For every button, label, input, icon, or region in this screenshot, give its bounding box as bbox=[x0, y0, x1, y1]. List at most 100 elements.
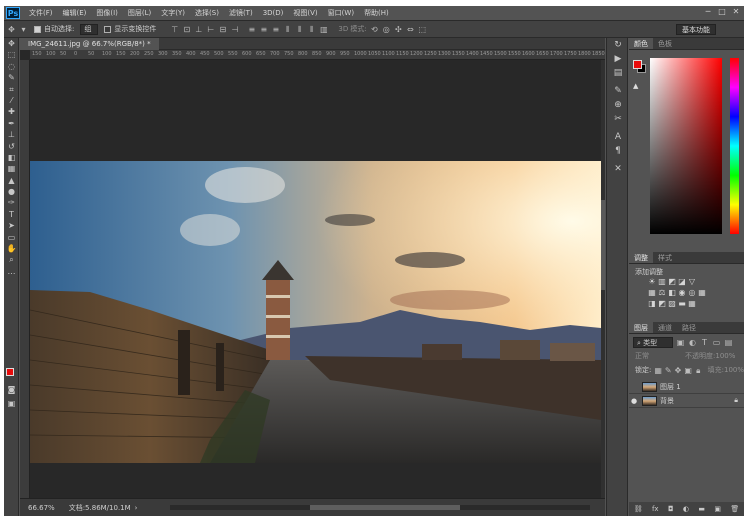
actions-play-icon[interactable]: ▶ bbox=[607, 52, 629, 66]
foreground-color-swatch[interactable] bbox=[6, 368, 14, 376]
zoom-level[interactable]: 66.67% bbox=[28, 504, 55, 512]
color-balance-icon[interactable]: ⚖ bbox=[657, 287, 667, 298]
document-canvas[interactable] bbox=[30, 60, 601, 498]
threshold-icon[interactable]: ▨ bbox=[667, 298, 677, 309]
eyedropper-tool-icon[interactable]: ⁄ bbox=[4, 95, 19, 106]
lasso-tool-icon[interactable]: ◌ bbox=[4, 61, 19, 72]
layer-name[interactable]: 图层 1 bbox=[660, 382, 681, 392]
black-white-icon[interactable]: ◧ bbox=[667, 287, 677, 298]
path-select-tool-icon[interactable]: ➤ bbox=[4, 220, 19, 231]
color-lookup-icon[interactable]: ▦ bbox=[697, 287, 707, 298]
dodge-tool-icon[interactable]: ● bbox=[4, 186, 19, 197]
scrollbar-thumb[interactable] bbox=[310, 505, 460, 510]
orbit-3d-icon[interactable]: ⟲ bbox=[370, 25, 379, 34]
move-tool-icon[interactable]: ✥ bbox=[4, 38, 19, 49]
crop-tool-icon[interactable]: ⌗ bbox=[4, 84, 19, 95]
tab-adjustments[interactable]: 调整 bbox=[629, 252, 653, 263]
color-field[interactable] bbox=[650, 58, 722, 234]
filter-adjustment-icon[interactable]: ◐ bbox=[688, 338, 697, 347]
exposure-icon[interactable]: ◪ bbox=[677, 276, 687, 287]
align-hcenter-icon[interactable]: ⊟ bbox=[218, 25, 227, 34]
scrollbar-thumb[interactable] bbox=[601, 200, 605, 290]
brush-tool-icon[interactable]: ✒ bbox=[4, 118, 19, 129]
photo-filter-icon[interactable]: ◉ bbox=[677, 287, 687, 298]
opacity-value[interactable]: 100% bbox=[715, 352, 735, 360]
brush-settings-icon[interactable]: ✎ bbox=[607, 84, 629, 98]
auto-select-dropdown[interactable]: 组 bbox=[80, 23, 99, 35]
new-layer-icon[interactable]: ▣ bbox=[714, 505, 721, 513]
rectangle-tool-icon[interactable]: ▭ bbox=[4, 232, 19, 243]
auto-align-icon[interactable]: ▥ bbox=[319, 25, 328, 34]
vibrance-icon[interactable]: ▽ bbox=[687, 276, 697, 287]
horizontal-scrollbar[interactable] bbox=[170, 505, 590, 510]
lock-artboard-icon[interactable]: ▣ bbox=[684, 366, 692, 375]
auto-select-checkbox[interactable]: 自动选择: bbox=[34, 24, 74, 34]
distribute-hcenter-icon[interactable]: ⫴ bbox=[295, 25, 304, 34]
screen-mode-icon[interactable]: ▣ bbox=[4, 398, 19, 409]
scale-3d-icon[interactable]: ⬚ bbox=[418, 25, 427, 34]
pen-tool-icon[interactable]: ✑ bbox=[4, 197, 19, 208]
selective-color-icon[interactable]: ▦ bbox=[687, 298, 697, 309]
gradient-map-icon[interactable]: ▬ bbox=[677, 298, 687, 309]
eraser-tool-icon[interactable]: ◧ bbox=[4, 152, 19, 163]
blur-tool-icon[interactable]: ▲ bbox=[4, 175, 19, 186]
pan-3d-icon[interactable]: ✣ bbox=[394, 25, 403, 34]
tab-color[interactable]: 颜色 bbox=[629, 38, 653, 49]
character-icon[interactable]: A bbox=[607, 130, 629, 144]
tool-preset-chevron-icon[interactable]: ▾ bbox=[19, 25, 28, 34]
layer-row[interactable]: 图层 1 bbox=[629, 380, 744, 394]
hand-tool-icon[interactable]: ✋ bbox=[4, 243, 19, 254]
distribute-right-icon[interactable]: ⫴ bbox=[307, 25, 316, 34]
menu-select[interactable]: 选择(S) bbox=[190, 8, 224, 18]
move-tool-icon[interactable]: ✥ bbox=[7, 25, 16, 34]
tab-channels[interactable]: 通道 bbox=[653, 322, 677, 333]
menu-3d[interactable]: 3D(D) bbox=[258, 9, 289, 17]
levels-icon[interactable]: ▥ bbox=[657, 276, 667, 287]
vertical-scrollbar[interactable] bbox=[601, 60, 605, 498]
channel-mixer-icon[interactable]: ◎ bbox=[687, 287, 697, 298]
delete-layer-icon[interactable]: 🗑︎ bbox=[730, 505, 739, 513]
distribute-vcenter-icon[interactable]: ≡ bbox=[259, 25, 268, 34]
lock-paint-icon[interactable]: ✎ bbox=[665, 366, 672, 375]
eye-icon[interactable]: ● bbox=[629, 397, 639, 405]
menu-view[interactable]: 视图(V) bbox=[288, 8, 322, 18]
menu-window[interactable]: 窗口(W) bbox=[323, 8, 359, 18]
show-transform-checkbox[interactable]: 显示变换控件 bbox=[104, 24, 156, 34]
minimize-icon[interactable]: ─ bbox=[702, 7, 714, 18]
align-bottom-icon[interactable]: ⊥ bbox=[194, 25, 203, 34]
lock-all-icon[interactable]: 🔒︎ bbox=[695, 366, 702, 375]
close-icon[interactable]: ✕ bbox=[730, 7, 742, 18]
new-adjustment-icon[interactable]: ◐ bbox=[683, 505, 689, 513]
healing-brush-tool-icon[interactable]: ✚ bbox=[4, 106, 19, 117]
tab-swatches[interactable]: 色板 bbox=[653, 38, 677, 49]
link-layers-icon[interactable]: ⛓ bbox=[634, 505, 643, 513]
gradient-tool-icon[interactable]: ▦ bbox=[4, 163, 19, 174]
layer-row[interactable]: ● 背景 🔒︎ bbox=[629, 394, 744, 408]
document-tab[interactable]: IMG_24611.jpg @ 66.7%(RGB/8*) * bbox=[20, 38, 159, 50]
brushes-icon[interactable]: ✂ bbox=[607, 112, 629, 126]
slide-3d-icon[interactable]: ⇔ bbox=[406, 25, 415, 34]
filter-pixel-icon[interactable]: ▣ bbox=[676, 338, 685, 347]
layer-filter-dropdown[interactable]: ⌕ 类型 bbox=[633, 336, 673, 348]
type-tool-icon[interactable]: T bbox=[4, 209, 19, 220]
menu-file[interactable]: 文件(F) bbox=[24, 8, 58, 18]
menu-filter[interactable]: 滤镜(T) bbox=[224, 8, 258, 18]
align-right-icon[interactable]: ⊣ bbox=[230, 25, 239, 34]
more-tools-icon[interactable]: … bbox=[4, 266, 19, 277]
menu-edit[interactable]: 编辑(E) bbox=[58, 8, 92, 18]
status-arrow-icon[interactable]: › bbox=[135, 504, 138, 512]
gamut-warning-icon[interactable]: ▲ bbox=[633, 82, 638, 90]
history-brush-tool-icon[interactable]: ↺ bbox=[4, 141, 19, 152]
tools-crossed-icon[interactable]: ✕ bbox=[607, 162, 629, 176]
menu-image[interactable]: 图像(I) bbox=[91, 8, 123, 18]
lock-transparent-icon[interactable]: ▦ bbox=[654, 366, 662, 375]
filter-shape-icon[interactable]: ▭ bbox=[712, 338, 721, 347]
posterize-icon[interactable]: ◩ bbox=[657, 298, 667, 309]
invert-icon[interactable]: ◨ bbox=[647, 298, 657, 309]
menu-layer[interactable]: 图层(L) bbox=[123, 8, 156, 18]
distribute-bottom-icon[interactable]: ≡ bbox=[271, 25, 280, 34]
quick-mask-icon[interactable]: ◙ bbox=[4, 384, 19, 395]
quick-select-tool-icon[interactable]: ✎ bbox=[4, 72, 19, 83]
add-mask-icon[interactable]: ◘ bbox=[668, 505, 674, 513]
roll-3d-icon[interactable]: ◎ bbox=[382, 25, 391, 34]
